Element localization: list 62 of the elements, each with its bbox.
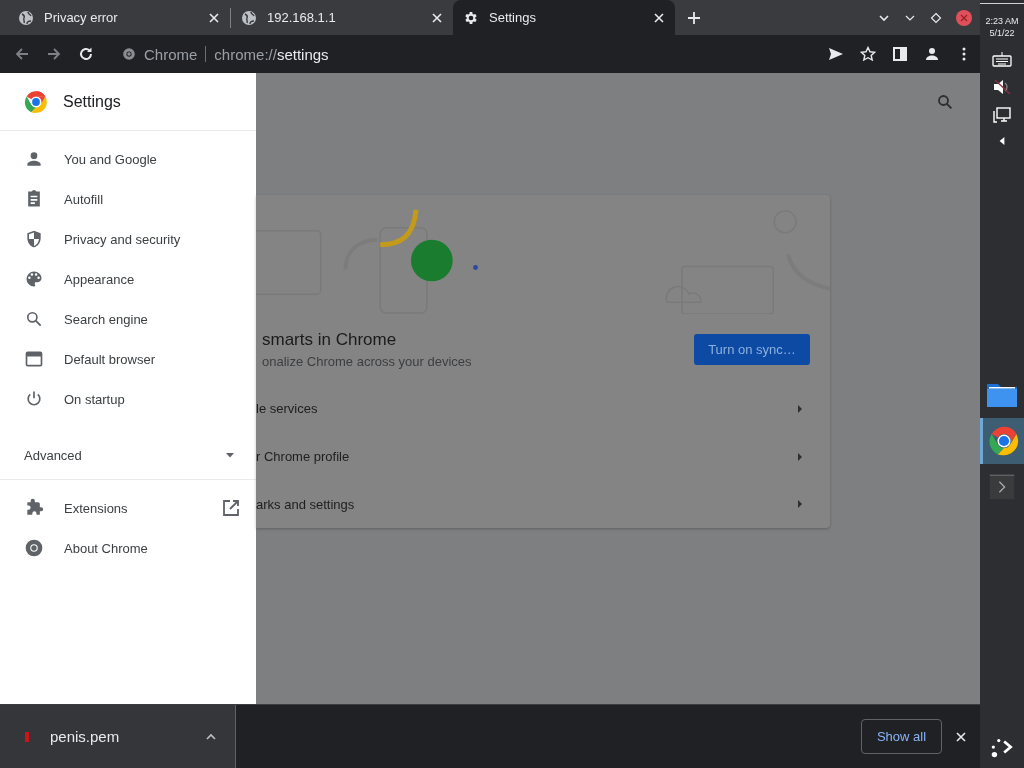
network-monitor-icon[interactable]	[992, 107, 1012, 123]
new-tab-icon[interactable]	[687, 10, 701, 25]
back-icon[interactable]	[14, 46, 30, 62]
chrome-logo-icon	[122, 47, 136, 61]
maximize-icon[interactable]	[930, 11, 942, 24]
chevron-right-icon	[796, 403, 804, 414]
person-icon	[24, 149, 44, 169]
close-icon[interactable]	[955, 730, 967, 743]
chevron-right-icon	[796, 451, 804, 462]
menu-item[interactable]: Search engine	[0, 299, 256, 339]
menu-item[interactable]: You and Google	[0, 139, 256, 179]
menu-item[interactable]: Autofill	[0, 179, 256, 219]
keyboard-icon[interactable]	[992, 51, 1012, 67]
advanced-section-toggle[interactable]: Advanced	[0, 431, 256, 479]
file-icon	[24, 730, 30, 743]
settings-row[interactable]: le services	[256, 385, 830, 433]
card-subtitle: onalize Chrome across your devices	[262, 354, 472, 370]
menu-item[interactable]: Default browser	[0, 339, 256, 379]
reload-icon[interactable]	[78, 46, 94, 62]
menu-item[interactable]: Extensions	[0, 488, 256, 528]
download-item[interactable]: penis.pem	[0, 705, 236, 768]
palette-icon	[24, 269, 44, 289]
chevron-right-icon	[796, 499, 804, 510]
shield-icon	[24, 229, 44, 249]
browser-tab[interactable]: Privacy error	[8, 0, 230, 35]
menu-item[interactable]: Privacy and security	[0, 219, 256, 259]
search-icon[interactable]	[936, 93, 954, 111]
collapse-tray-icon[interactable]	[998, 135, 1006, 147]
close-icon[interactable]	[208, 11, 220, 24]
star-icon[interactable]	[860, 46, 876, 62]
url-text: chrome://settings	[214, 45, 329, 63]
card-heading: smarts in Chrome	[262, 330, 398, 351]
menu-item[interactable]: About Chrome	[0, 528, 256, 568]
show-all-button[interactable]: Show all	[861, 719, 942, 754]
shelf-app[interactable]	[980, 417, 1024, 464]
browser-tab[interactable]: 192.168.1.1	[231, 0, 453, 35]
site-label: Chrome	[144, 45, 198, 63]
browser-tab[interactable]: Settings	[453, 0, 675, 35]
settings-row[interactable]: r Chrome profile	[256, 432, 830, 481]
send-icon[interactable]	[828, 46, 844, 62]
muted-speaker-icon[interactable]	[992, 79, 1012, 95]
side-panel-icon[interactable]	[892, 46, 908, 62]
chrome-logo-icon	[23, 88, 49, 115]
browser-window-icon	[24, 349, 44, 369]
search-icon	[24, 309, 44, 329]
turn-on-sync-button[interactable]: Turn on sync…	[694, 334, 810, 366]
menu-item[interactable]: Appearance	[0, 259, 256, 299]
external-link-icon	[222, 499, 240, 517]
drawer-title: Settings	[63, 92, 121, 111]
forward-icon[interactable]	[46, 46, 62, 62]
close-icon[interactable]	[653, 11, 665, 24]
settings-row[interactable]: arks and settings	[256, 480, 830, 528]
chrome-logo-icon	[24, 538, 44, 558]
settings-icon	[463, 9, 479, 26]
profile-icon[interactable]	[924, 46, 940, 62]
puzzle-icon	[24, 498, 44, 518]
globe-icon	[18, 9, 34, 26]
address-bar[interactable]: Chrome chrome://settings	[116, 39, 335, 69]
menu-item[interactable]: On startup	[0, 379, 256, 419]
globe-icon	[241, 9, 257, 26]
clock[interactable]: 2:23 AM 5/1/22	[980, 3, 1024, 39]
close-icon[interactable]	[431, 11, 443, 24]
